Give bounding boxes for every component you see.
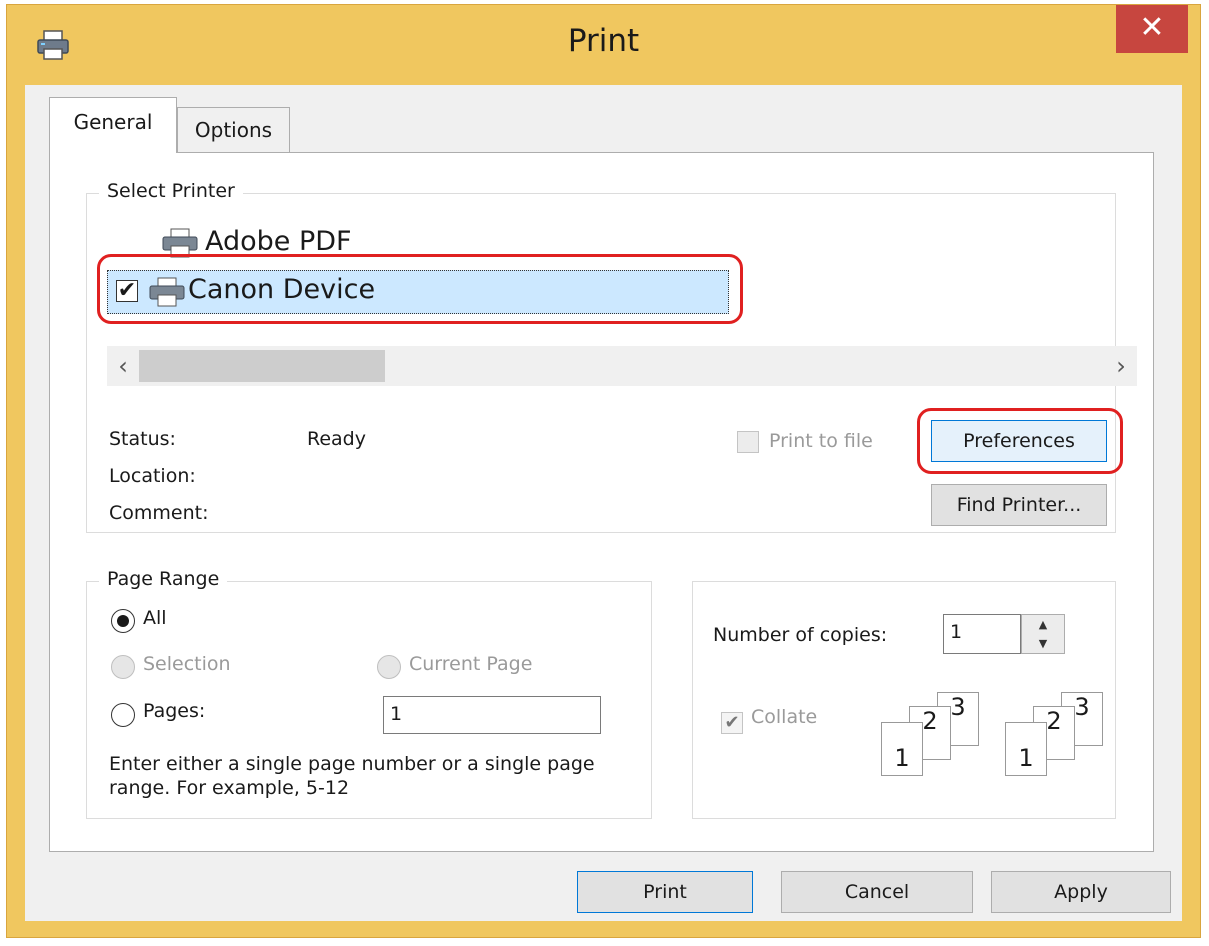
status-label: Status: [109,428,176,450]
printer-list-scrollbar[interactable]: ‹ › [107,346,1137,386]
pages-radio[interactable] [111,703,135,727]
collate-checkbox[interactable]: ✔ [721,712,743,734]
printer-name-canon-device: Canon Device [188,274,376,305]
select-printer-group: Select Printer Adobe PDF ✔ Canon Device … [86,180,1137,533]
pages-input[interactable]: 1 [383,696,601,734]
printer-item-canon-device[interactable]: ✔ Canon Device [107,270,729,314]
cancel-button[interactable]: Cancel [781,871,973,913]
preferences-button[interactable]: Preferences [931,420,1107,462]
all-radio[interactable] [111,609,135,633]
all-label: All [143,607,167,629]
printer-item-adobe-pdf[interactable]: Adobe PDF [107,224,507,264]
pages-label: Pages: [143,700,206,722]
printer-icon [162,228,198,258]
printer-name-adobe-pdf: Adobe PDF [205,226,352,257]
find-printer-button[interactable]: Find Printer... [931,484,1107,526]
print-to-file-label: Print to file [769,430,873,452]
print-dialog-window: Print ✕ General Options Select Printer A… [6,4,1201,938]
current-page-radio[interactable] [377,655,401,679]
print-to-file-checkbox[interactable] [737,431,759,453]
collate-label: Collate [751,706,818,728]
collate-illustration-2: 3 2 1 [1005,692,1115,792]
close-button[interactable]: ✕ [1116,5,1188,53]
selection-radio[interactable] [111,655,135,679]
page-range-hint: Enter either a single page number or a s… [109,753,595,799]
printer-icon [149,277,185,307]
current-page-label: Current Page [409,653,533,675]
scroll-left-icon[interactable]: ‹ [107,346,139,386]
copies-spinner[interactable]: ▲ ▼ [1021,614,1065,654]
page-range-legend: Page Range [99,568,228,590]
window-title: Print [567,23,640,59]
apply-button[interactable]: Apply [991,871,1171,913]
spin-up-icon[interactable]: ▲ [1022,615,1064,634]
status-value: Ready [307,428,366,450]
scroll-right-icon[interactable]: › [1105,346,1137,386]
comment-label: Comment: [109,502,209,524]
page-range-group: Page Range All Selection Current Page Pa… [86,568,652,819]
spin-down-icon[interactable]: ▼ [1022,634,1064,653]
collate-illustration-1: 3 2 1 [881,692,991,792]
tab-general[interactable]: General [49,97,177,153]
copies-input[interactable]: 1 [943,614,1021,654]
print-button[interactable]: Print [577,871,753,913]
selection-label: Selection [143,653,231,675]
dialog-client-area: General Options Select Printer Adobe PDF [25,85,1182,921]
number-of-copies-label: Number of copies: [713,624,888,646]
select-printer-legend: Select Printer [99,180,243,202]
title-bar[interactable]: Print ✕ [7,5,1200,85]
general-tab-panel: Select Printer Adobe PDF ✔ Canon Device … [49,152,1154,852]
default-printer-check-icon: ✔ [116,278,138,303]
copies-group: Number of copies: 1 ▲ ▼ ✔ Collate 3 2 1 … [692,581,1116,819]
collate-page-1: 1 [1005,722,1047,776]
location-label: Location: [109,465,196,487]
scrollbar-thumb[interactable] [139,350,385,382]
tab-options[interactable]: Options [177,107,290,153]
collate-page-1: 1 [881,722,923,776]
